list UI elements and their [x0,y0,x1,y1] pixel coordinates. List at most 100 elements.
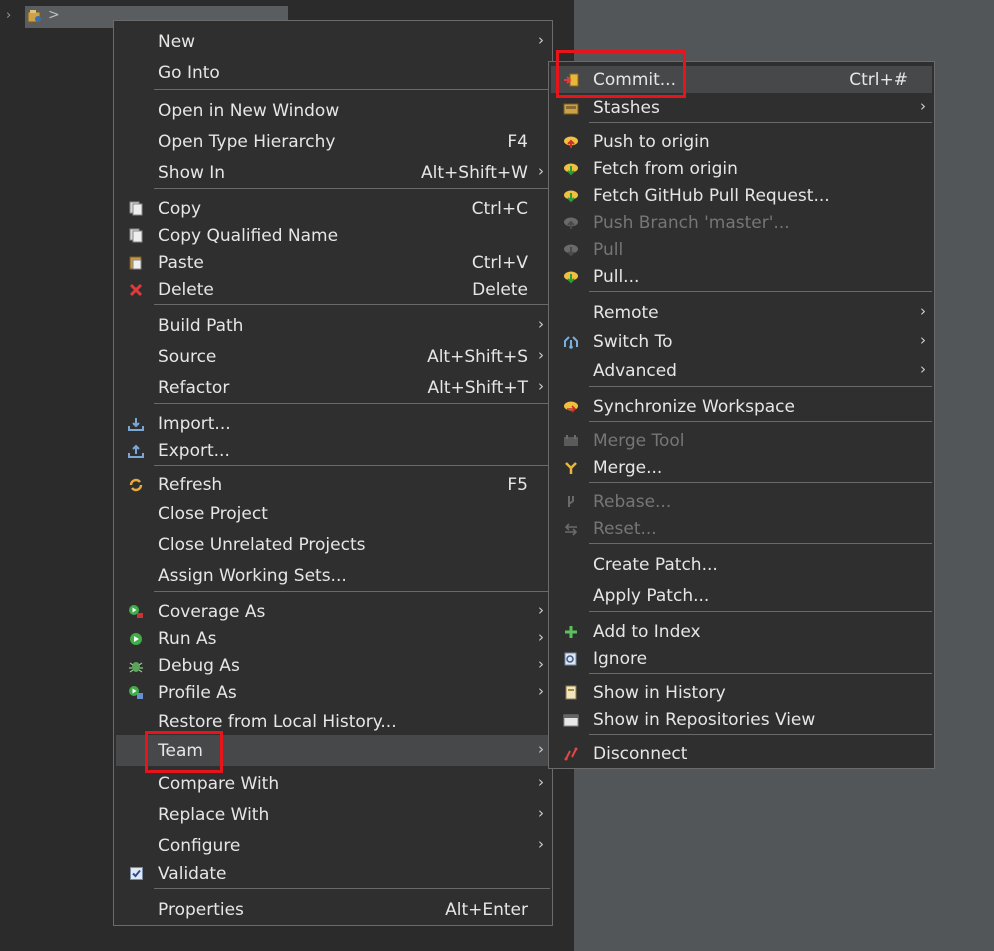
menu-item-show-in[interactable]: Show In Alt+Shift+W › [116,159,550,186]
submenu-arrow-icon: › [538,31,544,49]
team-submenu: Commit... Ctrl+# Stashes › Push to origin … [548,61,935,769]
menu-item-pull[interactable]: Pull [551,236,932,263]
expand-arrow-icon[interactable]: › [6,8,11,23]
pull-dialog-icon [563,269,579,285]
menu-item-export[interactable]: Export... [116,437,550,464]
submenu-arrow-icon: › [538,682,544,700]
import-icon [128,416,144,432]
submenu-arrow-icon: › [920,97,926,115]
submenu-arrow-icon: › [538,346,544,364]
switch-icon [563,334,579,350]
submenu-arrow-icon: › [538,601,544,619]
menu-item-open-type-hierarchy[interactable]: Open Type Hierarchy F4 [116,128,550,155]
fetch-icon [563,161,579,177]
checkbox-icon [128,866,144,882]
profile-icon [128,685,144,701]
menu-item-merge-tool[interactable]: Merge Tool [551,427,932,454]
menu-item-go-into[interactable]: Go Into [116,59,550,86]
menu-item-compare-with[interactable]: Compare With › [116,770,550,797]
menu-item-fetch-github-pr[interactable]: Fetch GitHub Pull Request... [551,182,932,209]
menu-item-add-to-index[interactable]: Add to Index [551,618,932,645]
stash-icon [563,100,579,116]
menu-item-configure[interactable]: Configure › [116,832,550,859]
push-icon [563,134,579,150]
submenu-arrow-icon: › [920,302,926,320]
menu-item-push-branch[interactable]: Push Branch 'master'... [551,209,932,236]
menu-item-apply-patch[interactable]: Apply Patch... [551,582,932,609]
submenu-arrow-icon: › [538,804,544,822]
menu-item-stashes[interactable]: Stashes › [551,94,932,121]
push-branch-icon [563,215,579,231]
menu-item-refresh[interactable]: Refresh F5 [116,471,550,498]
separator [589,673,932,674]
menu-item-create-patch[interactable]: Create Patch... [551,551,932,578]
menu-item-show-in-repositories[interactable]: Show in Repositories View [551,706,932,733]
menu-item-synchronize-workspace[interactable]: Synchronize Workspace [551,393,932,420]
menu-item-open-new-window[interactable]: Open in New Window [116,97,550,124]
menu-item-advanced[interactable]: Advanced › [551,357,932,384]
menu-item-profile-as[interactable]: Profile As › [116,679,550,706]
history-icon [563,685,579,701]
separator [589,386,932,387]
submenu-arrow-icon: › [920,331,926,349]
menu-item-remote[interactable]: Remote › [551,299,932,326]
menu-item-copy-qualified-name[interactable]: Copy Qualified Name [116,222,550,249]
menu-item-replace-with[interactable]: Replace With › [116,801,550,828]
menu-item-pull-dialog[interactable]: Pull... [551,263,932,290]
menu-item-paste[interactable]: Paste Ctrl+V [116,249,550,276]
menu-item-fetch-from-origin[interactable]: Fetch from origin [551,155,932,182]
menu-item-commit[interactable]: Commit... Ctrl+# [551,66,932,93]
menu-item-disconnect[interactable]: Disconnect [551,740,932,767]
menu-item-new[interactable]: New › [116,28,550,55]
fetch-pr-icon [563,188,579,204]
reset-icon [563,521,579,537]
project-icon [27,9,43,24]
ignore-icon [563,651,579,667]
menu-item-debug-as[interactable]: Debug As › [116,652,550,679]
separator [589,543,932,544]
menu-item-merge[interactable]: Merge... [551,454,932,481]
menu-item-import[interactable]: Import... [116,410,550,437]
menu-item-rebase[interactable]: Rebase... [551,488,932,515]
copy-icon [128,201,144,217]
menu-item-close-project[interactable]: Close Project [116,500,550,527]
submenu-arrow-icon: › [538,835,544,853]
tree-chevron-icon: > [48,7,60,23]
menu-item-push-to-origin[interactable]: Push to origin [551,128,932,155]
menu-item-source[interactable]: Source Alt+Shift+S › [116,343,550,370]
refresh-icon [128,477,144,493]
separator [154,465,550,466]
menu-item-properties[interactable]: Properties Alt+Enter [116,896,550,923]
menu-item-ignore[interactable]: Ignore [551,645,932,672]
menu-item-switch-to[interactable]: Switch To › [551,328,932,355]
commit-icon [563,72,579,88]
menu-item-assign-working-sets[interactable]: Assign Working Sets... [116,562,550,589]
menu-item-show-in-history[interactable]: Show in History [551,679,932,706]
menu-item-restore-local-history[interactable]: Restore from Local History... [116,708,550,735]
submenu-arrow-icon: › [920,360,926,378]
separator [589,122,932,123]
menu-item-coverage-as[interactable]: Coverage As › [116,598,550,625]
sync-icon [563,399,579,415]
separator [589,421,932,422]
merge-icon [563,460,579,476]
menu-item-reset[interactable]: Reset... [551,515,932,542]
menu-item-copy[interactable]: Copy Ctrl+C [116,195,550,222]
separator [154,89,550,90]
merge-tool-icon [563,433,579,449]
separator [589,734,932,735]
menu-item-team[interactable]: Team › [116,735,550,766]
separator [154,304,550,305]
submenu-arrow-icon: › [538,773,544,791]
submenu-arrow-icon: › [538,740,544,758]
menu-item-build-path[interactable]: Build Path › [116,312,550,339]
separator [154,888,550,889]
menu-item-validate[interactable]: Validate [116,860,550,887]
menu-item-delete[interactable]: Delete Delete [116,276,550,303]
run-icon [128,631,144,647]
debug-icon [128,658,144,674]
submenu-arrow-icon: › [538,162,544,180]
menu-item-refactor[interactable]: Refactor Alt+Shift+T › [116,374,550,401]
menu-item-run-as[interactable]: Run As › [116,625,550,652]
menu-item-close-unrelated[interactable]: Close Unrelated Projects [116,531,550,558]
